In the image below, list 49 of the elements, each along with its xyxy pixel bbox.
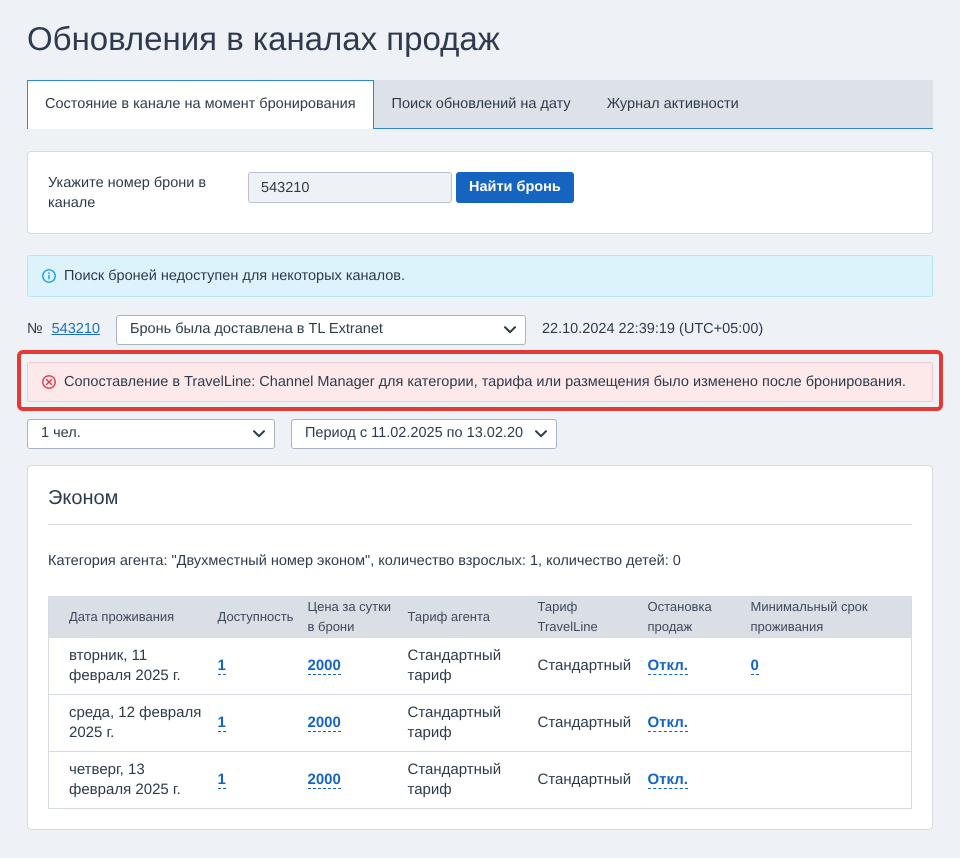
price-link[interactable]: 2000 <box>308 656 341 675</box>
stop-sale-link[interactable]: Откл. <box>648 770 688 789</box>
availability-link[interactable]: 1 <box>218 714 226 732</box>
info-icon <box>42 269 56 283</box>
chevron-down-icon <box>253 430 265 438</box>
page-title: Обновления в каналах продаж <box>27 19 500 59</box>
column-header: Доступность <box>208 596 298 638</box>
tab[interactable]: Журнал активности <box>588 80 757 128</box>
availability-link[interactable]: 1 <box>218 770 226 789</box>
availability-link[interactable]: 1 <box>218 656 226 675</box>
table-cell: Стандартный тариф <box>398 637 528 694</box>
booking-timestamp: 22.10.2024 22:39:19 (UTC+05:00) <box>542 320 764 340</box>
table-cell: среда, 12 февраля 2025 г. <box>48 694 208 752</box>
price-link[interactable]: 2000 <box>308 714 341 732</box>
guests-select[interactable]: 1 чел. <box>27 419 275 449</box>
table-cell: четверг, 13 февраля 2025 г. <box>48 751 208 808</box>
table-cell: Стандартный <box>528 694 638 752</box>
column-header: Остановка продаж <box>638 596 740 638</box>
field-label: Укажите номер брони в канале <box>48 174 208 213</box>
tab[interactable]: Состояние в канале на момент бронирования <box>27 80 374 129</box>
info-message: Поиск броней недоступен для некоторых каналов. <box>64 267 406 286</box>
status-select[interactable]: Бронь была доставлена в TL Extranet <box>116 315 526 345</box>
number-sign: № <box>27 320 43 340</box>
table-cell: Стандартный <box>528 751 638 808</box>
find-booking-button[interactable]: Найти бронь <box>456 172 574 203</box>
table-cell: Стандартный тариф <box>398 751 528 808</box>
chevron-down-icon <box>504 326 516 334</box>
chevron-down-icon <box>535 430 548 438</box>
table-cell: вторник, 11 февраля 2025 г. <box>48 637 208 694</box>
booking-number-field[interactable]: 543210 <box>248 172 452 203</box>
price-link[interactable]: 2000 <box>308 770 341 789</box>
stop-sale-link[interactable]: Откл. <box>648 714 688 732</box>
stop-sale-link[interactable]: Откл. <box>648 656 688 675</box>
column-header: Тариф TravelLine <box>528 596 638 638</box>
category-description: Категория агента: "Двухместный номер эконом", количество взрослых: 1, количество детей: 0 <box>48 552 681 569</box>
column-header: Минимальный срок проживания <box>740 596 912 638</box>
min-stay-link[interactable]: 0 <box>750 656 759 675</box>
column-header: Цена за сутки в брони <box>298 596 398 638</box>
category-title: Эконом <box>48 486 118 510</box>
period-select[interactable]: Период с 11.02.2025 по 13.02.20 <box>291 419 558 449</box>
table-cell: Стандартный <box>528 637 638 694</box>
error-icon <box>42 375 56 389</box>
booking-number-link[interactable]: 543210 <box>52 319 100 341</box>
table-cell: Стандартный тариф <box>398 694 528 752</box>
channels-link[interactable]: некоторых каналов <box>271 268 402 284</box>
column-header: Дата проживания <box>48 596 208 638</box>
error-message: Сопоставление в TravelLine: Channel Manager для категории, тарифа или размещения было изменено после бронирования. <box>64 373 906 392</box>
column-header: Тариф агента <box>398 596 528 638</box>
tab[interactable]: Поиск обновлений на дату <box>374 80 589 128</box>
